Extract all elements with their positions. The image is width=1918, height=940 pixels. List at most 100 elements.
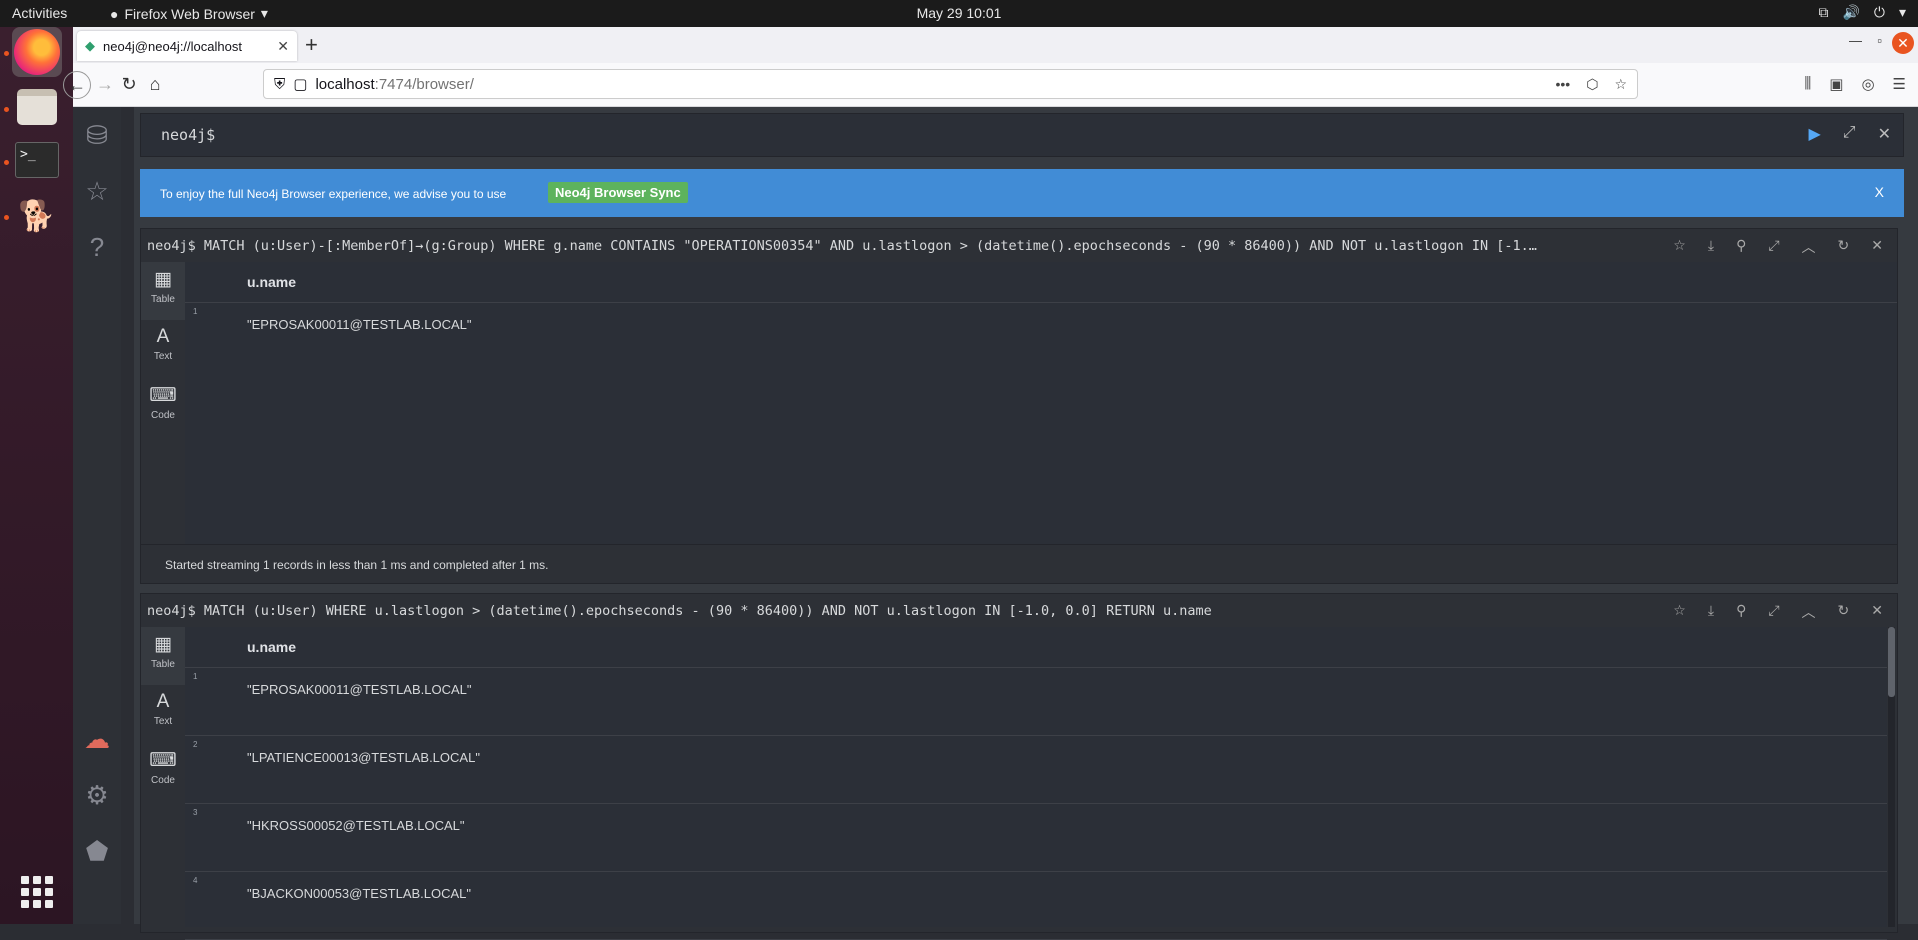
result-frame-1: neo4j$ MATCH (u:User)-[:MemberOf]→(g:Gro…: [140, 228, 1898, 584]
close-tab-icon[interactable]: ✕: [277, 38, 289, 55]
clear-icon[interactable]: ✕: [1878, 124, 1891, 144]
library-icon[interactable]: ⫼: [1804, 75, 1811, 93]
tab-code[interactable]: ⌨ Code: [141, 378, 185, 436]
table-row: 4 "BJACKON00053@TESTLAB.LOCAL": [185, 872, 1887, 940]
frame-header: neo4j$ MATCH (u:User)-[:MemberOf]→(g:Gro…: [141, 229, 1897, 262]
neo4j-main: neo4j$ ▶ ⤢ ✕ To enjoy the full Neo4j Bro…: [134, 107, 1918, 940]
page-actions-icon[interactable]: •••: [1555, 76, 1570, 93]
column-header: u.name: [247, 639, 297, 655]
back-button[interactable]: ←: [63, 71, 91, 99]
running-indicator: [4, 51, 9, 56]
about-icon[interactable]: ⬟: [81, 835, 113, 867]
minimize-icon[interactable]: —: [1849, 33, 1862, 48]
page-info-icon[interactable]: ▢: [293, 75, 307, 93]
pin-icon[interactable]: ⚲: [1736, 602, 1746, 622]
terminal-icon: >_: [15, 142, 59, 178]
tab-table[interactable]: ▦ Table: [141, 262, 185, 320]
code-icon: ⌨: [149, 385, 177, 406]
clock[interactable]: May 29 10:01: [0, 5, 1918, 21]
favorite-star-icon[interactable]: ☆: [1673, 237, 1686, 257]
cypher-editor[interactable]: neo4j$ ▶ ⤢ ✕: [140, 113, 1904, 157]
shield-icon[interactable]: ⛨: [274, 76, 285, 93]
tab-text[interactable]: A Text: [141, 320, 185, 378]
column-header: u.name: [247, 274, 297, 290]
address-bar[interactable]: ⛨ ▢ localhost:7474/browser/ ••• ⬡ ☆: [263, 69, 1638, 99]
banner-text: To enjoy the full Neo4j Browser experien…: [160, 187, 507, 201]
text-icon: A: [156, 691, 170, 712]
row-value: "BJACKON00053@TESTLAB.LOCAL": [247, 886, 472, 901]
bookmark-star-icon[interactable]: ☆: [1614, 76, 1627, 93]
row-number: 3: [193, 808, 198, 817]
expand-icon[interactable]: ⤢: [1843, 124, 1856, 144]
neo4j-browser: ⛁ ☆ ? ☁ ⚙ ⬟ neo4j$ ▶ ⤢ ✕ To enjoy the fu…: [73, 107, 1918, 940]
results-scrollbar[interactable]: [1888, 627, 1895, 927]
close-window-button[interactable]: ✕: [1892, 32, 1914, 54]
pin-icon[interactable]: ⚲: [1736, 237, 1746, 257]
files-icon: [17, 89, 57, 125]
text-icon: A: [156, 326, 170, 347]
system-top-bar: Activities ● Firefox Web Browser ▾ May 2…: [0, 0, 1918, 27]
help-icon[interactable]: ?: [81, 231, 113, 263]
neo4j-favicon-icon: ◆: [85, 38, 95, 53]
pocket-icon[interactable]: ⬡: [1586, 76, 1598, 93]
tab-table[interactable]: ▦ Table: [141, 627, 185, 685]
collapse-icon[interactable]: ︿: [1802, 602, 1816, 622]
result-frame-2: neo4j$ MATCH (u:User) WHERE u.lastlogon …: [140, 593, 1898, 940]
tab-text[interactable]: A Text: [141, 685, 185, 743]
home-button[interactable]: ⌂: [141, 71, 169, 99]
connection-error-icon[interactable]: ☁: [81, 723, 113, 755]
table-icon: ▦: [154, 634, 172, 655]
download-icon[interactable]: ⤓: [1708, 237, 1714, 257]
dock-files[interactable]: [12, 82, 62, 132]
download-icon[interactable]: ⤓: [1708, 602, 1714, 622]
row-number: 4: [193, 876, 198, 885]
scrollbar-thumb[interactable]: [1888, 627, 1895, 697]
bloodhound-icon: 🐕: [18, 199, 56, 233]
fullscreen-icon[interactable]: ⤢: [1768, 237, 1779, 257]
fullscreen-icon[interactable]: ⤢: [1768, 602, 1779, 622]
tab-code[interactable]: ⌨ Code: [141, 743, 185, 801]
sidebar-icon[interactable]: ▣: [1829, 75, 1843, 93]
caret-down-icon: ▾: [1898, 4, 1906, 20]
dock-bloodhound[interactable]: 🐕: [12, 191, 62, 241]
reload-button[interactable]: ↻: [115, 71, 143, 99]
database-icon[interactable]: ⛁: [81, 119, 113, 151]
dock: >_ 🐕: [0, 27, 73, 924]
editor-prompt[interactable]: neo4j$: [161, 126, 215, 144]
frame-header: neo4j$ MATCH (u:User) WHERE u.lastlogon …: [141, 594, 1897, 627]
restore-icon[interactable]: ▫: [1877, 33, 1882, 48]
system-tray[interactable]: ⧉ 🔊 ⏻ ▾: [1818, 4, 1906, 21]
running-indicator: [4, 160, 9, 165]
results-table: u.name 1 "EPROSAK00011@TESTLAB.LOCAL" 2 …: [185, 627, 1887, 940]
code-icon: ⌨: [149, 750, 177, 771]
dock-terminal[interactable]: >_: [12, 135, 62, 185]
favorites-star-icon[interactable]: ☆: [81, 175, 113, 207]
running-indicator: [4, 215, 9, 220]
frame-query[interactable]: neo4j$ MATCH (u:User) WHERE u.lastlogon …: [147, 603, 1539, 619]
browser-sync-button[interactable]: Neo4j Browser Sync: [548, 182, 688, 203]
firefox-icon: [14, 29, 60, 75]
frame-query[interactable]: neo4j$ MATCH (u:User)-[:MemberOf]→(g:Gro…: [147, 238, 1539, 254]
firefox-window: ◆ neo4j@neo4j://localhost ✕ + — ▫ ✕ ← → …: [63, 27, 1918, 940]
account-icon[interactable]: ◎: [1861, 75, 1874, 93]
show-applications-button[interactable]: [12, 867, 62, 917]
banner-close-button[interactable]: X: [1875, 184, 1884, 200]
results-table: u.name 1 "EPROSAK00011@TESTLAB.LOCAL": [185, 262, 1897, 546]
rerun-icon[interactable]: ↻: [1838, 602, 1850, 622]
browser-tab[interactable]: ◆ neo4j@neo4j://localhost ✕: [77, 31, 297, 61]
url-host: localhost: [315, 75, 375, 93]
settings-gear-icon[interactable]: ⚙: [81, 779, 113, 811]
close-frame-icon[interactable]: ✕: [1871, 237, 1883, 257]
run-query-icon[interactable]: ▶: [1808, 124, 1820, 144]
dock-firefox[interactable]: [12, 27, 62, 77]
menu-icon[interactable]: ☰: [1893, 75, 1906, 93]
network-icon: ⧉: [1818, 4, 1829, 20]
row-number: 1: [193, 307, 198, 316]
new-tab-button[interactable]: +: [305, 32, 318, 58]
row-value: "LPATIENCE00013@TESTLAB.LOCAL": [247, 750, 480, 765]
collapse-icon[interactable]: ︿: [1802, 237, 1816, 257]
close-frame-icon[interactable]: ✕: [1871, 602, 1883, 622]
favorite-star-icon[interactable]: ☆: [1673, 602, 1686, 622]
rerun-icon[interactable]: ↻: [1838, 237, 1850, 257]
table-icon: ▦: [154, 269, 172, 290]
